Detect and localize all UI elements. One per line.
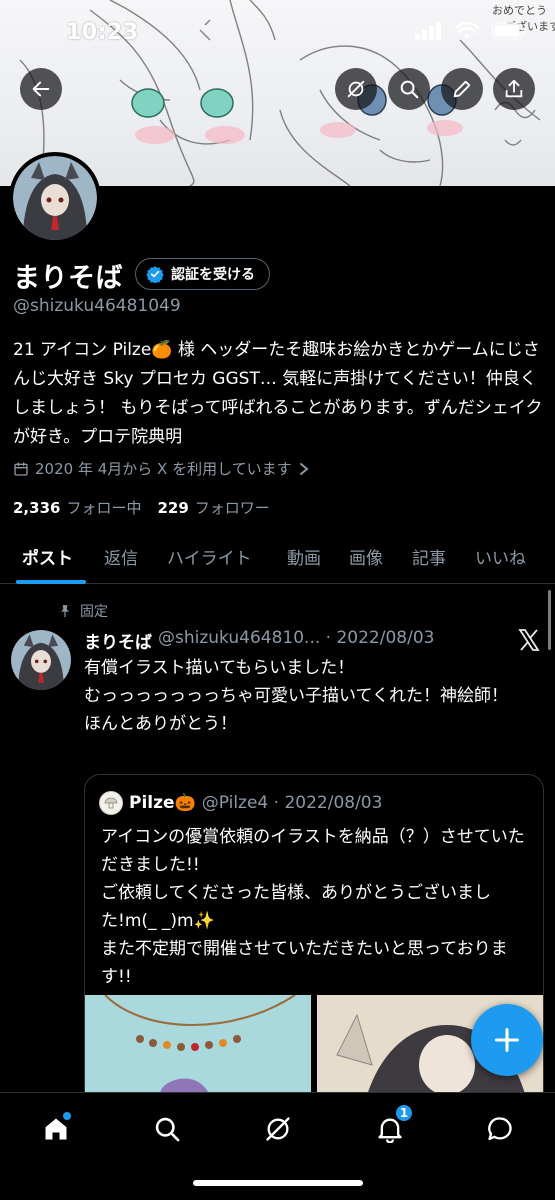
profile-tabs: ポスト 返信 ハイライト 動画 画像 記事 いいね: [0, 536, 555, 584]
status-time: 10:23: [66, 20, 139, 45]
quoted-handle-date: @Pilze4 · 2022/08/03: [201, 793, 383, 813]
plus-icon: [494, 1027, 520, 1053]
notifications-badge: 1: [394, 1103, 414, 1123]
avatar-image: [11, 630, 71, 690]
profile-handle: @shizuku46481049: [13, 296, 181, 316]
quoted-author-avatar: [99, 791, 123, 815]
mushroom-icon: [104, 797, 118, 809]
profile-avatar[interactable]: [9, 152, 101, 244]
pinned-indicator: 固定: [58, 601, 108, 621]
join-date[interactable]: 2020 年 4月から X を利用しています: [13, 458, 310, 479]
following-label: フォロー中: [66, 499, 142, 517]
search-icon: [400, 80, 419, 99]
active-tab-indicator: [16, 580, 86, 584]
tab-articles[interactable]: 記事: [412, 544, 446, 569]
share-icon: [505, 79, 523, 98]
tab-videos[interactable]: 動画: [287, 544, 321, 569]
tab-replies[interactable]: 返信: [104, 544, 138, 569]
status-bar: 10:23: [0, 0, 555, 66]
tweet-text: 有償イラスト描いてもらいました！ むっっっっっっっちゃ可愛い子描いてくれた！神絵…: [84, 654, 544, 738]
avatar-image: [13, 156, 97, 240]
verified-badge-icon: [146, 266, 164, 283]
compose-button[interactable]: [471, 1004, 543, 1076]
wifi-icon: [455, 22, 479, 39]
follow-stats: 2,336 フォロー中 229 フォロワー: [13, 497, 270, 518]
edit-button[interactable]: [441, 68, 483, 110]
nav-notifications[interactable]: 1: [370, 1103, 414, 1149]
tab-images[interactable]: 画像: [349, 544, 383, 569]
tab-highlights[interactable]: ハイライト: [167, 544, 252, 569]
tweet-author-name[interactable]: まりそば: [84, 628, 152, 653]
tweet-handle-date: @shizuku464810... · 2022/08/03: [158, 628, 435, 648]
tweet-text-line: ほんとありがとう！: [84, 714, 237, 734]
nav-home[interactable]: [36, 1109, 76, 1149]
tweet-text-line: 有償イラスト描いてもらいました！: [84, 658, 355, 678]
scrollbar[interactable]: [548, 590, 551, 650]
calendar-icon: [14, 461, 28, 476]
join-date-label: 2020 年 4月から X を利用しています: [35, 460, 292, 478]
cellular-signal-icon: [415, 22, 441, 40]
grok-icon: [266, 1117, 290, 1141]
profile-name: まりそば: [13, 263, 123, 294]
battery-icon: [491, 22, 526, 40]
quoted-text: アイコンの優賞依頼のイラストを納品（？）させていただきました!! ご依頼してくだ…: [101, 823, 531, 991]
pin-icon: [60, 605, 70, 618]
followers-count: 229: [157, 499, 189, 517]
quoted-text-line: ご依頼してくださった皆様、ありがとうございました!m(_ _)m✨: [101, 883, 491, 931]
share-button[interactable]: [493, 68, 535, 110]
nav-messages[interactable]: [480, 1109, 520, 1149]
x-logo-icon: [518, 629, 540, 651]
back-button[interactable]: [20, 68, 62, 110]
pencil-icon: [453, 80, 471, 98]
get-verified-label: 認証を受ける: [171, 267, 255, 283]
home-indicator: [193, 1180, 363, 1186]
search-button[interactable]: [388, 68, 430, 110]
nav-grok[interactable]: [258, 1109, 298, 1149]
following-link[interactable]: 2,336 フォロー中: [13, 497, 141, 518]
quoted-text-line: アイコンの優賞依頼のイラストを納品（？）させていただきました!!: [101, 827, 525, 875]
profile-bio: 21 アイコン Pilze🍊 様 ヘッダーたそ趣味お絵かきとかゲームにじさんじ大…: [13, 340, 543, 447]
followers-link[interactable]: 229 フォロワー: [157, 497, 269, 518]
nav-explore[interactable]: [147, 1109, 187, 1149]
grok-button[interactable]: [335, 68, 377, 110]
search-icon: [155, 1117, 180, 1142]
tweet-author-avatar[interactable]: [11, 630, 71, 690]
tab-likes[interactable]: いいね: [475, 544, 526, 569]
back-arrow-icon: [32, 81, 50, 97]
followers-label: フォロワー: [194, 499, 270, 517]
home-unread-dot: [63, 1112, 71, 1120]
get-verified-button[interactable]: 認証を受ける: [135, 258, 270, 290]
tab-posts[interactable]: ポスト: [22, 544, 73, 569]
quoted-author-name: Pilze🎃: [129, 793, 196, 813]
chevron-right-icon: [299, 462, 309, 475]
following-count: 2,336: [13, 499, 61, 517]
quoted-text-line: また不定期で開催させていただきたいと思っております!!: [101, 939, 508, 987]
pinned-label: 固定: [80, 604, 108, 620]
tweet-header: まりそば @shizuku464810... · 2022/08/03: [84, 628, 434, 653]
chat-bubble-icon: [488, 1117, 512, 1141]
tweet-text-line: むっっっっっっっちゃ可愛い子描いてくれた！神絵師！: [84, 686, 508, 706]
grok-icon: [347, 80, 365, 98]
